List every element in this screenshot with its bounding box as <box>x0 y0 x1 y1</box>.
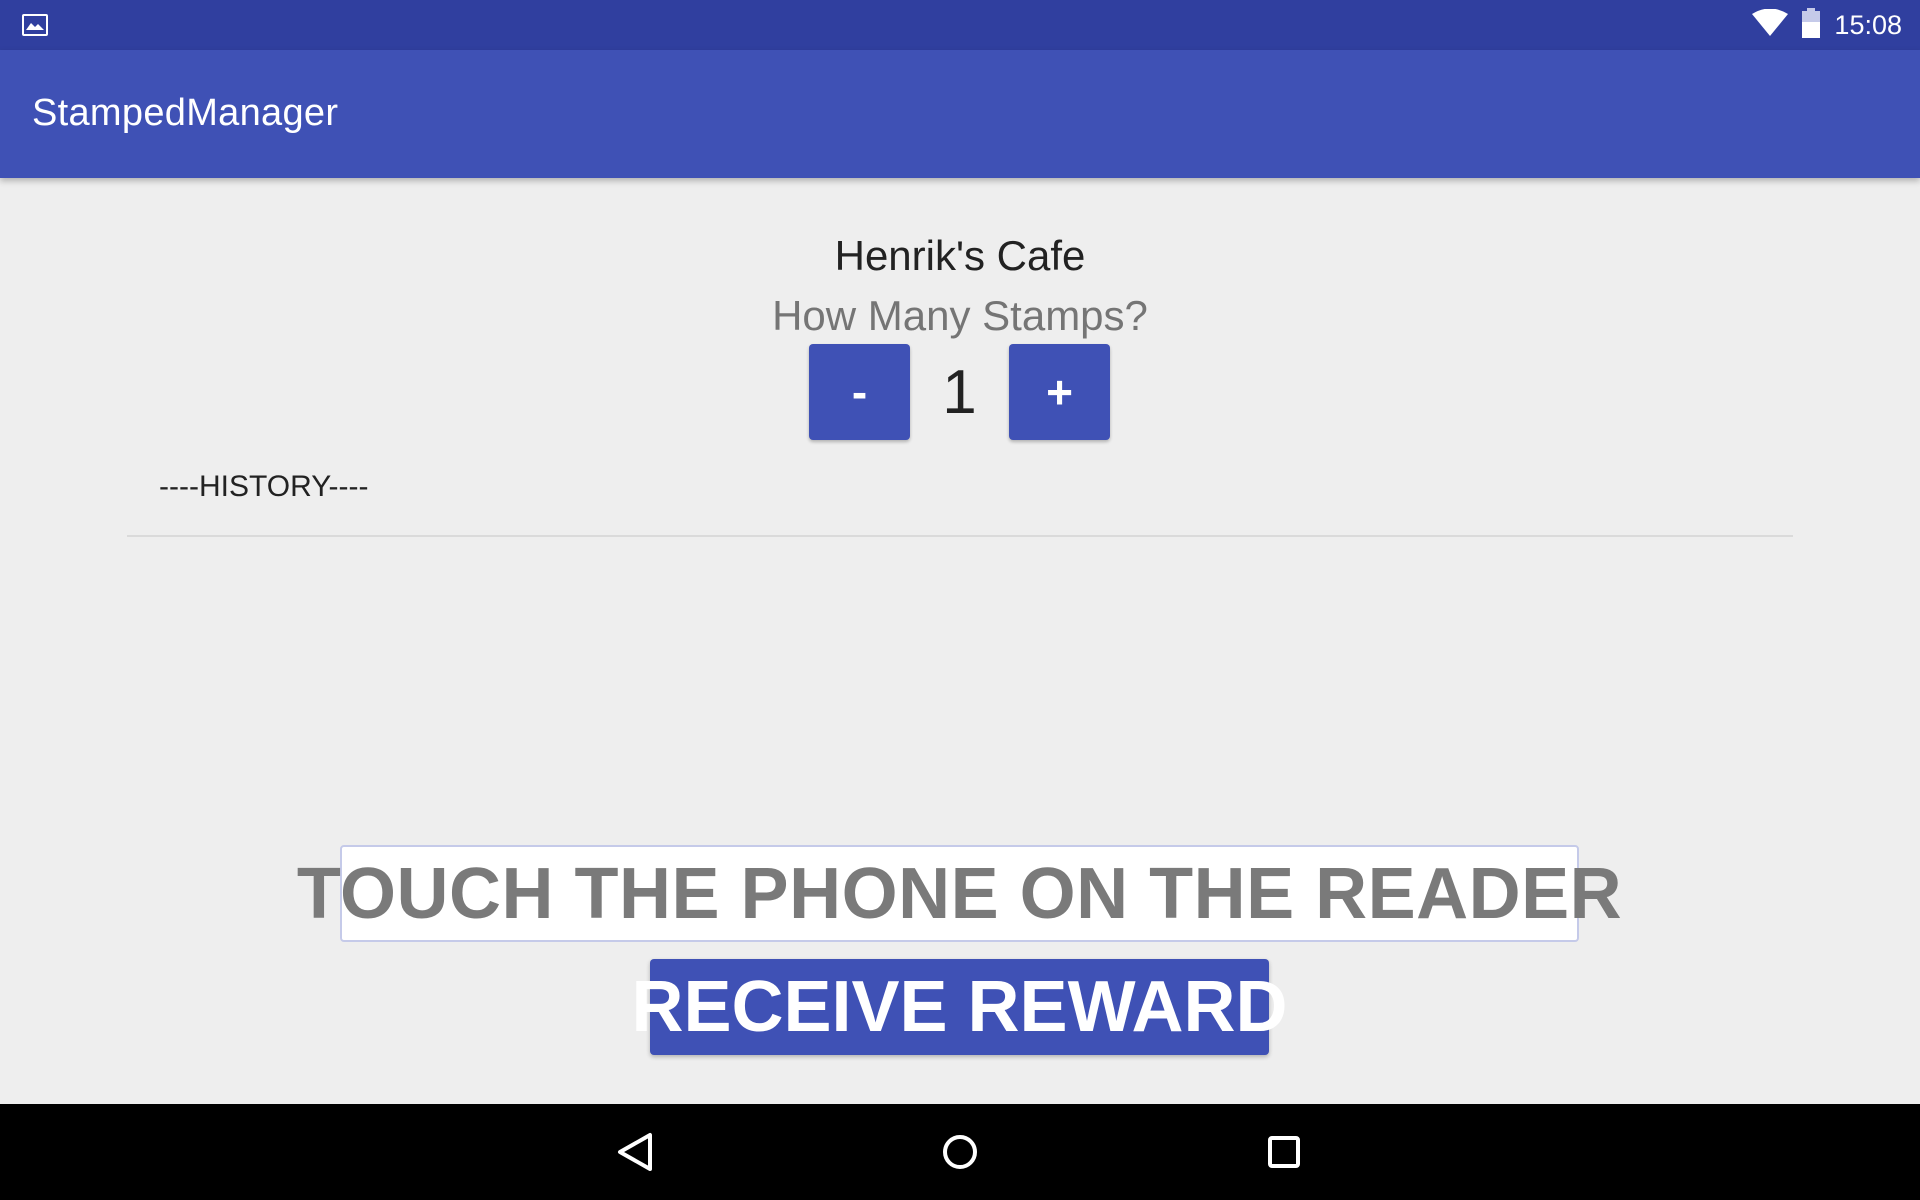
history-divider <box>127 535 1793 537</box>
image-notification-icon <box>22 14 48 36</box>
increase-stamps-button[interactable]: + <box>1009 344 1110 440</box>
receive-reward-button[interactable]: RECEIVE REWARD <box>631 959 1288 1055</box>
wifi-icon <box>1752 8 1789 42</box>
status-bar: 15:08 <box>0 0 1920 50</box>
stamp-count-value: 1 <box>942 357 977 427</box>
battery-icon <box>1802 7 1821 43</box>
cafe-name: Henrik's Cafe <box>834 232 1086 279</box>
main-content: Henrik's Cafe How Many Stamps? - 1 + ---… <box>0 178 1920 1104</box>
navigation-bar <box>0 1104 1920 1200</box>
recents-icon[interactable] <box>1258 1126 1310 1178</box>
history-heading: ----HISTORY---- <box>159 470 369 503</box>
app-bar: StampedManager <box>0 50 1920 178</box>
stamps-prompt: How Many Stamps? <box>772 292 1148 339</box>
decrease-stamps-button[interactable]: - <box>809 344 910 440</box>
back-icon[interactable] <box>610 1126 662 1178</box>
touch-reader-instruction: TOUCH THE PHONE ON THE READER <box>297 845 1622 942</box>
stamp-quantity-stepper: - 1 + <box>809 344 1110 440</box>
status-time: 15:08 <box>1834 9 1902 40</box>
app-title: StampedManager <box>32 92 339 134</box>
home-icon[interactable] <box>934 1126 986 1178</box>
